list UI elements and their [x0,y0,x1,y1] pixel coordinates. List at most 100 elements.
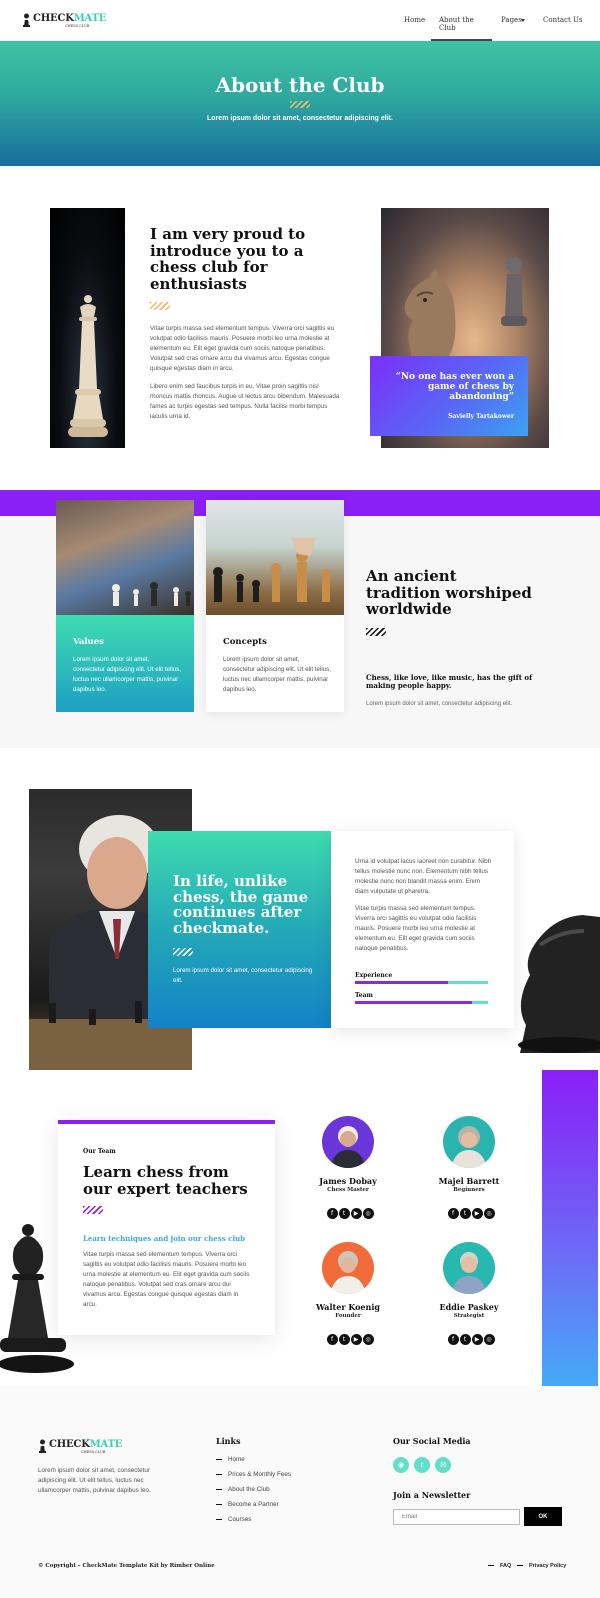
person-photo [330,1126,366,1168]
chevron-down-icon[interactable] [521,19,525,22]
facebook-icon[interactable]: f [447,1334,459,1345]
youtube-icon[interactable]: ▶ [471,1208,483,1219]
avatar [443,1116,495,1168]
player-photo [56,500,194,615]
logo-tagline: CHESS CLUB [65,24,90,28]
tradition-small-text: Lorem ipsum dolor sit amet, consectetur … [366,701,513,707]
decorative-stripes [173,948,193,956]
values-gradient: Values Lorem ipsum dolor sit amet, conse… [56,615,194,712]
footer-bottom-privacy[interactable]: Privacy Policy [517,1563,566,1569]
values-card: Values Lorem ipsum dolor sit amet, conse… [56,500,194,712]
chess-queen-image [50,208,125,448]
black-knight-decoration-icon [518,915,600,1053]
instagram-icon[interactable]: ◎ [483,1334,495,1345]
footer-link-prices[interactable]: Prices & Monthly Fees [216,1471,291,1478]
footer-link-label: Home [228,1456,245,1463]
youtube-icon[interactable]: ▶ [350,1334,362,1345]
decorative-stripes [150,302,170,310]
twitter-icon[interactable]: t [338,1334,350,1345]
member-social-links: f t ▶ ◎ [322,1326,378,1345]
footer-logo[interactable]: CHECKMATE CHESS CLUB [38,1438,122,1456]
instagram-icon[interactable]: ◎ [362,1334,374,1345]
footer-link-label: Courses [228,1516,252,1523]
newsletter-ok-button[interactable]: OK [524,1507,562,1526]
member-name: Majel Barrett [438,1176,500,1186]
life-paragraph-1: Urna id volutpat lacus laoreet non curab… [355,858,492,895]
tradition-subheading: Chess, like love, like music, has the gi… [366,673,533,690]
facebook-icon[interactable]: f [326,1208,338,1219]
facebook-icon[interactable]: f [326,1334,338,1345]
twitter-icon[interactable]: t [338,1208,350,1219]
facebook-icon[interactable]: f [447,1208,459,1219]
person-photo [330,1251,366,1294]
pawn-logo-icon [39,1439,46,1453]
instagram-icon[interactable]: ◎ [362,1208,374,1219]
team-member-majel-barrett: Majel Barrett Beginners f t ▶ ◎ [429,1116,509,1228]
team-kicker: Our Team [83,1148,116,1155]
experience-label: Experience [355,972,393,979]
member-social-links: f t ▶ ◎ [322,1200,378,1219]
values-text: Lorem ipsum dolor sit amet, consectetur … [73,656,181,693]
dribbble-icon[interactable]: ◉ [393,1457,409,1473]
twitter-icon[interactable]: t [414,1457,431,1473]
footer-link-label: Become a Partner [228,1501,279,1508]
team-heading: Learn chess from our expert teachers [83,1163,248,1198]
avatar [322,1116,374,1168]
concepts-title: Concepts [223,637,267,647]
values-title: Values [73,637,104,647]
nav-contact-us[interactable]: Contact Us [543,16,583,24]
life-text-panel: Urna id volutpat lacus laoreet non curab… [331,831,514,1028]
twitter-icon[interactable]: t [459,1208,471,1219]
quote-card: “No one has ever won a game of chess by … [370,356,528,436]
team-paragraph: Vitae turpis massa sed elementum tempus.… [83,1251,250,1308]
member-name: Eddie Paskey [439,1302,499,1312]
join-club-link[interactable]: Learn techniques and join our chess club [83,1234,245,1243]
team-intro-card: Our Team Learn chess from our expert tea… [58,1120,275,1335]
footer-about: Lorem ipsum dolor sit amet, consectetur … [38,1467,151,1494]
pawn-logo-icon [23,13,30,27]
copyright: © Copyright – CheckMate Template Kit by … [38,1563,215,1569]
logo-name-accent: MATE [89,1439,123,1450]
footer-bottom-faq[interactable]: FAQ [488,1563,511,1569]
nav-home[interactable]: Home [404,16,425,24]
newsletter-email-input[interactable] [393,1509,520,1525]
nav-about-the-club[interactable]: About the Club [431,16,492,41]
member-social-links: f t ▶ ◎ [443,1200,499,1219]
team-member-walter-koenig: Walter Koenig Founder f t ▶ ◎ [308,1242,388,1354]
nav-pages[interactable]: Pages [501,16,522,24]
member-name: Walter Koenig [316,1302,380,1312]
instagram-icon[interactable]: ◎ [483,1208,495,1219]
logo-tagline: CHESS CLUB [81,1450,106,1454]
footer-link-partner[interactable]: Become a Partner [216,1501,279,1508]
decorative-stripes [290,101,310,108]
experience-bar-fill [355,981,449,984]
chess-board-photo [206,500,344,615]
footer-link-about[interactable]: About the Club [216,1486,270,1493]
quote-author: Savielly Tartakower [448,413,514,420]
member-role: Chess Master [327,1187,369,1193]
chess-pieces-icon [112,582,191,606]
youtube-icon[interactable]: ▶ [350,1208,362,1219]
email-icon[interactable]: ✉ [435,1457,452,1473]
team-member-james-dobay: James Dobay Chess Master f t ▶ ◎ [308,1116,388,1228]
logo[interactable]: CHECKMATE CHESS CLUB [22,12,106,30]
privacy-link-label: Privacy Policy [529,1563,567,1569]
avatar [322,1242,374,1294]
hero-subtitle: Lorem ipsum dolor sit amet, consectetur … [207,115,393,122]
life-quote-sub: Lorem ipsum dolor sit amet, consectetur … [173,967,313,984]
youtube-icon[interactable]: ▶ [471,1334,483,1345]
member-name: James Dobay [319,1176,377,1186]
twitter-icon[interactable]: t [459,1334,471,1345]
footer-link-home[interactable]: Home [216,1456,245,1463]
footer-link-label: About the Club [228,1486,270,1493]
footer-link-courses[interactable]: Courses [216,1516,251,1523]
chess-pieces-icon [213,538,331,602]
decorative-stripes [366,628,386,636]
decorative-stripes [83,1206,103,1214]
member-role: Beginners [453,1187,485,1193]
hero-banner: About the Club Lorem ipsum dolor sit ame… [0,41,600,166]
faq-link-label: FAQ [500,1563,512,1569]
tradition-heading: An ancient tradition worshiped worldwide [366,567,532,618]
chess-piece-icon [68,295,108,437]
team-label: Team [355,992,373,999]
